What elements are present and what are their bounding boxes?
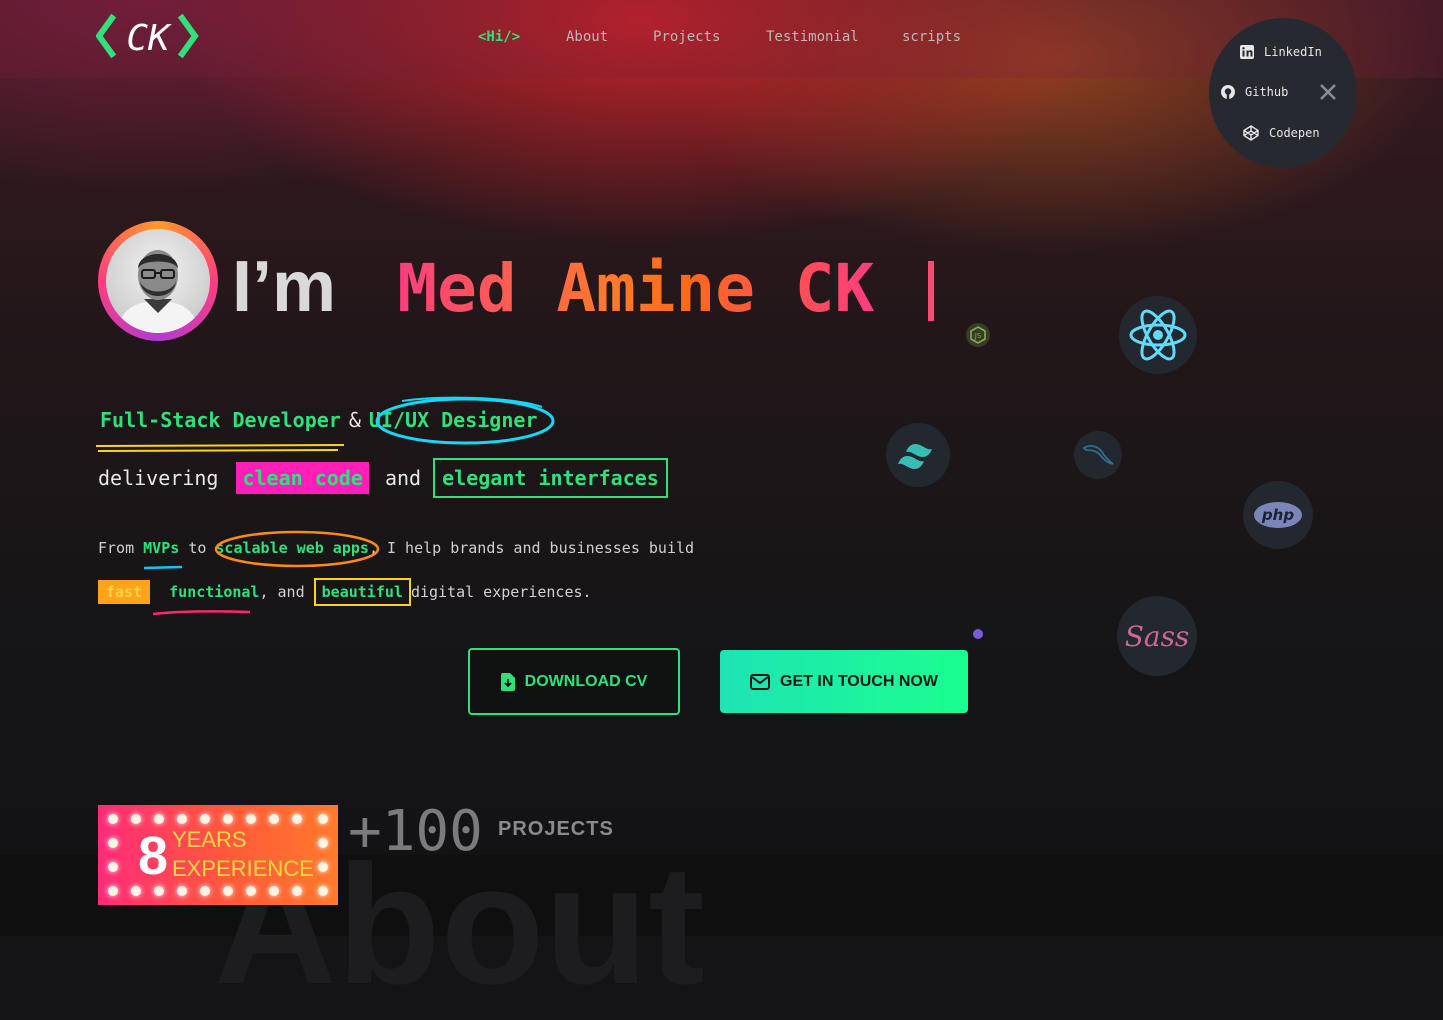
decorative-dot — [973, 629, 983, 639]
circle-scribble — [375, 396, 555, 445]
highlight-beautiful: beautiful — [313, 578, 411, 606]
projects-label: PROJECTS — [498, 818, 614, 840]
word-functional: functional — [169, 583, 260, 601]
word-delivering: delivering — [98, 466, 219, 490]
sass-icon: Sass — [1117, 596, 1197, 676]
highlight-clean-code: clean code — [236, 462, 369, 494]
social-codepen[interactable]: Codepen — [1243, 125, 1320, 141]
nav-testimonial[interactable]: Testimonial — [766, 29, 859, 45]
linkedin-icon — [1240, 45, 1254, 59]
social-linkedin[interactable]: LinkedIn — [1240, 45, 1322, 59]
svg-text:JS: JS — [974, 332, 982, 340]
nav-hi[interactable]: <Hi/> — [478, 29, 520, 45]
nav-scripts[interactable]: scripts — [902, 29, 961, 45]
highlight-fast: fast — [98, 580, 151, 604]
file-download-icon — [500, 672, 515, 691]
word-comma-and: , and — [259, 583, 305, 601]
description-rest: , I help brands and businesses build — [368, 539, 695, 557]
experience-years-label: YEARS — [172, 827, 247, 852]
role-fullstack: Full-Stack Developer — [100, 408, 341, 432]
hero-im: I’m — [232, 247, 337, 327]
underline-scribble — [95, 444, 345, 452]
social-codepen-label: Codepen — [1269, 126, 1320, 140]
github-icon — [1221, 85, 1235, 99]
download-cv-button[interactable]: DOWNLOAD CV — [468, 648, 680, 715]
envelope-icon — [750, 673, 771, 690]
react-icon — [1119, 296, 1197, 374]
word-from: From — [98, 539, 135, 557]
get-in-touch-label: GET IN TOUCH NOW — [780, 672, 938, 690]
word-and: and — [384, 466, 422, 490]
close-icon[interactable] — [1318, 82, 1338, 102]
mysql-icon — [1074, 431, 1122, 479]
hero-title: I’m Med Amine CK — [232, 246, 934, 327]
hero-name: Med Amine CK — [397, 250, 875, 327]
nav-about[interactable]: About — [566, 29, 608, 45]
description-line-2: fast functional, and beautiful digital ex… — [98, 578, 592, 606]
social-github[interactable]: Github — [1221, 85, 1288, 99]
avatar — [98, 221, 218, 341]
tagline-delivering: delivering clean code and elegant interf… — [98, 458, 668, 498]
underline-scribble-pink — [152, 610, 251, 616]
experience-label: EXPERIENCE — [172, 856, 314, 881]
word-to: to — [188, 539, 207, 557]
download-cv-label: DOWNLOAD CV — [524, 672, 648, 690]
nav-projects[interactable]: Projects — [653, 29, 720, 45]
word-mvps: MVPs — [143, 539, 180, 557]
highlight-elegant-interfaces: elegant interfaces — [433, 458, 668, 498]
social-github-label: Github — [1245, 85, 1289, 99]
php-label: php — [1261, 506, 1294, 524]
projects-count: +100 — [348, 799, 483, 864]
nodejs-icon: JS — [966, 323, 990, 347]
experience-years-number: 8 — [138, 826, 169, 886]
typing-cursor — [927, 261, 934, 321]
codepen-icon — [1243, 125, 1259, 141]
get-in-touch-button[interactable]: GET IN TOUCH NOW — [720, 650, 968, 713]
avatar-photo — [106, 229, 210, 333]
sass-label: Sass — [1125, 620, 1189, 653]
tailwind-icon — [886, 423, 950, 487]
experience-badge: 8 YEARS EXPERIENCE — [98, 805, 338, 905]
word-digital: digital experiences. — [410, 583, 592, 601]
php-icon: php — [1243, 481, 1313, 549]
circle-scribble-orange — [214, 530, 380, 568]
underline-scribble-blue — [143, 565, 183, 570]
description-line-1: From MVPs to scalable web apps, I help b… — [98, 539, 694, 557]
ampersand: & — [348, 408, 361, 432]
social-linkedin-label: LinkedIn — [1264, 45, 1322, 59]
